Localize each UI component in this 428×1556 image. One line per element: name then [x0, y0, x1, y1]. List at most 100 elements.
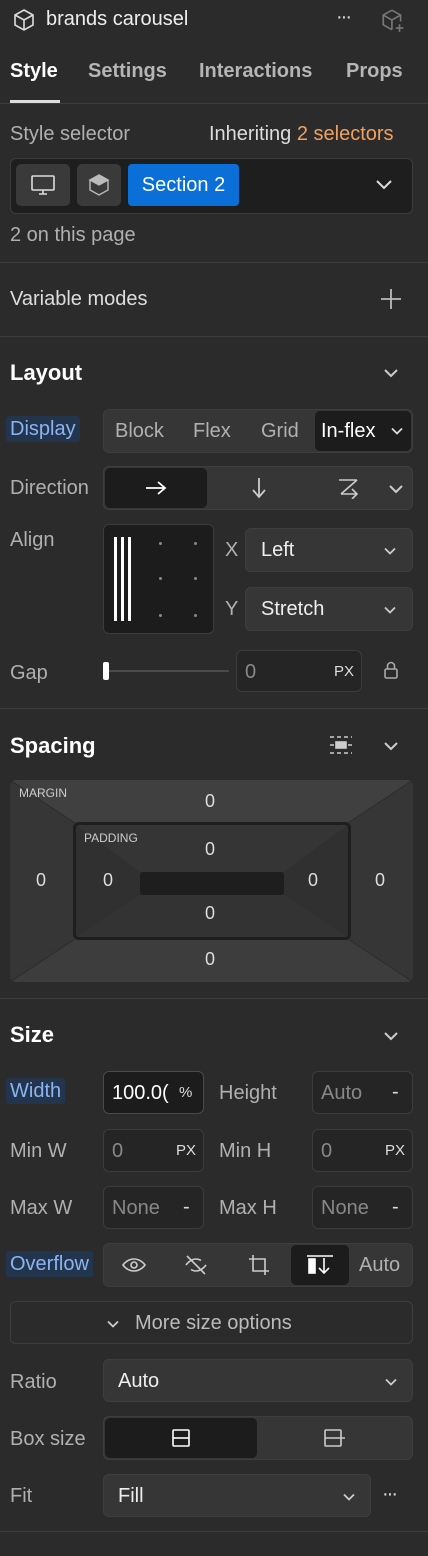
display-label: Display — [6, 416, 80, 446]
width-unit[interactable]: % — [179, 1084, 192, 1101]
width-value: 100.0( — [112, 1082, 169, 1104]
height-value: Auto — [321, 1082, 363, 1104]
overflow-clip-button[interactable] — [237, 1245, 281, 1285]
layout-section-title: Layout — [10, 360, 83, 385]
size-collapse-icon[interactable] — [384, 1031, 398, 1041]
align-dot[interactable] — [159, 542, 162, 545]
display-grid-option[interactable]: Grid — [261, 420, 299, 443]
direction-row-button[interactable] — [105, 468, 207, 508]
eye-icon — [122, 1258, 146, 1272]
align-x-select[interactable]: Left — [245, 528, 413, 572]
gap-label: Gap — [10, 662, 48, 684]
align-x-value: Left — [261, 539, 295, 561]
component-state-button[interactable] — [77, 164, 121, 206]
direction-more-icon[interactable] — [389, 484, 403, 494]
gap-value: 0 — [245, 661, 257, 683]
tab-props[interactable]: Props — [346, 60, 403, 83]
direction-column-button[interactable] — [236, 468, 282, 508]
max-h-label: Max H — [219, 1197, 277, 1219]
gap-slider-track[interactable] — [103, 670, 229, 672]
fit-more-button[interactable]: ··· — [382, 1483, 398, 1506]
margin-left-value[interactable]: 0 — [36, 870, 46, 891]
min-h-input[interactable]: 0 PX — [312, 1129, 413, 1172]
min-h-value: 0 — [321, 1140, 333, 1162]
min-w-unit[interactable]: PX — [176, 1142, 196, 1159]
align-dot[interactable] — [194, 614, 197, 617]
display-label-text: Display — [6, 416, 80, 442]
more-size-options-button[interactable]: More size options — [10, 1301, 413, 1344]
breakpoint-button[interactable] — [16, 164, 70, 206]
selector-dropdown-icon[interactable] — [375, 179, 393, 191]
min-h-unit[interactable]: PX — [385, 1142, 405, 1159]
padding-box: PADDING 0 0 0 0 — [73, 822, 351, 940]
padding-top-value[interactable]: 0 — [205, 839, 215, 860]
gap-slider-handle[interactable] — [103, 662, 109, 680]
padding-label: PADDING — [84, 831, 138, 845]
align-y-select[interactable]: Stretch — [245, 587, 413, 631]
min-w-value: 0 — [112, 1140, 124, 1162]
margin-bottom-value[interactable]: 0 — [205, 949, 215, 970]
height-unit[interactable]: - — [392, 1081, 399, 1104]
display-flex-option[interactable]: Flex — [193, 420, 231, 443]
width-label-text: Width — [6, 1078, 66, 1104]
height-input[interactable]: Auto - — [312, 1071, 413, 1114]
element-title: brands carousel — [46, 8, 189, 30]
border-box-button[interactable] — [105, 1418, 257, 1458]
fit-value: Fill — [118, 1485, 144, 1507]
chevron-down-icon — [384, 606, 396, 614]
add-component-icon[interactable] — [380, 8, 406, 34]
inheriting-text[interactable]: Inheriting 2 selectors — [209, 123, 394, 146]
gap-input[interactable]: 0 PX — [236, 650, 362, 692]
padding-right-value[interactable]: 0 — [308, 870, 318, 891]
align-bar-1 — [114, 537, 117, 621]
display-inflex-option[interactable]: In-flex — [315, 411, 411, 451]
padding-left-value[interactable]: 0 — [103, 870, 113, 891]
on-page-count: 2 on this page — [10, 224, 136, 246]
min-w-input[interactable]: 0 PX — [103, 1129, 204, 1172]
max-w-label: Max W — [10, 1197, 73, 1219]
overflow-visible-button[interactable] — [112, 1245, 156, 1285]
eye-off-icon — [185, 1255, 207, 1275]
inheriting-count[interactable]: 2 selectors — [297, 123, 394, 145]
max-h-unit[interactable]: - — [392, 1196, 399, 1219]
tab-settings[interactable]: Settings — [88, 60, 167, 83]
max-w-input[interactable]: None - — [103, 1186, 204, 1229]
lock-icon[interactable] — [383, 660, 399, 680]
more-options-button[interactable]: ··· — [336, 6, 352, 29]
content-box-button[interactable] — [258, 1418, 411, 1458]
margin-top-value[interactable]: 0 — [205, 791, 215, 812]
size-section-title: Size — [10, 1022, 55, 1047]
add-variable-mode-icon[interactable] — [380, 288, 402, 310]
max-h-input[interactable]: None - — [312, 1186, 413, 1229]
tab-style[interactable]: Style — [10, 60, 58, 83]
width-input[interactable]: 100.0( % — [103, 1071, 204, 1114]
overflow-auto-option[interactable]: Auto — [359, 1254, 400, 1277]
align-dot[interactable] — [194, 577, 197, 580]
fit-select[interactable]: Fill — [103, 1474, 371, 1517]
overflow-scroll-button[interactable] — [291, 1245, 349, 1285]
selector-chip[interactable]: Section 2 — [128, 164, 239, 206]
spacing-preset-icon[interactable] — [327, 733, 355, 757]
style-selector-label: Style selector — [10, 123, 131, 145]
direction-wrap-button[interactable] — [326, 468, 372, 508]
arrow-down-icon — [252, 478, 266, 499]
max-w-unit[interactable]: - — [183, 1196, 190, 1219]
display-block-option[interactable]: Block — [115, 420, 164, 443]
spacing-collapse-icon[interactable] — [384, 741, 398, 751]
tab-interactions[interactable]: Interactions — [199, 60, 312, 83]
spacing-box-model: MARGIN 0 0 0 0 PADDING 0 0 0 0 — [10, 780, 413, 982]
align-dot[interactable] — [159, 577, 162, 580]
align-dot[interactable] — [159, 614, 162, 617]
align-x-label: X — [225, 539, 239, 561]
align-grid[interactable] — [103, 524, 214, 634]
layout-collapse-icon[interactable] — [384, 368, 398, 378]
margin-right-value[interactable]: 0 — [375, 870, 385, 891]
content-box — [140, 872, 284, 895]
chevron-down-icon — [107, 1320, 119, 1328]
align-dot[interactable] — [194, 542, 197, 545]
chevron-down-icon — [385, 1378, 397, 1386]
ratio-select[interactable]: Auto — [103, 1359, 413, 1402]
gap-unit[interactable]: PX — [334, 663, 354, 680]
padding-bottom-value[interactable]: 0 — [205, 903, 215, 924]
overflow-hidden-button[interactable] — [174, 1245, 218, 1285]
